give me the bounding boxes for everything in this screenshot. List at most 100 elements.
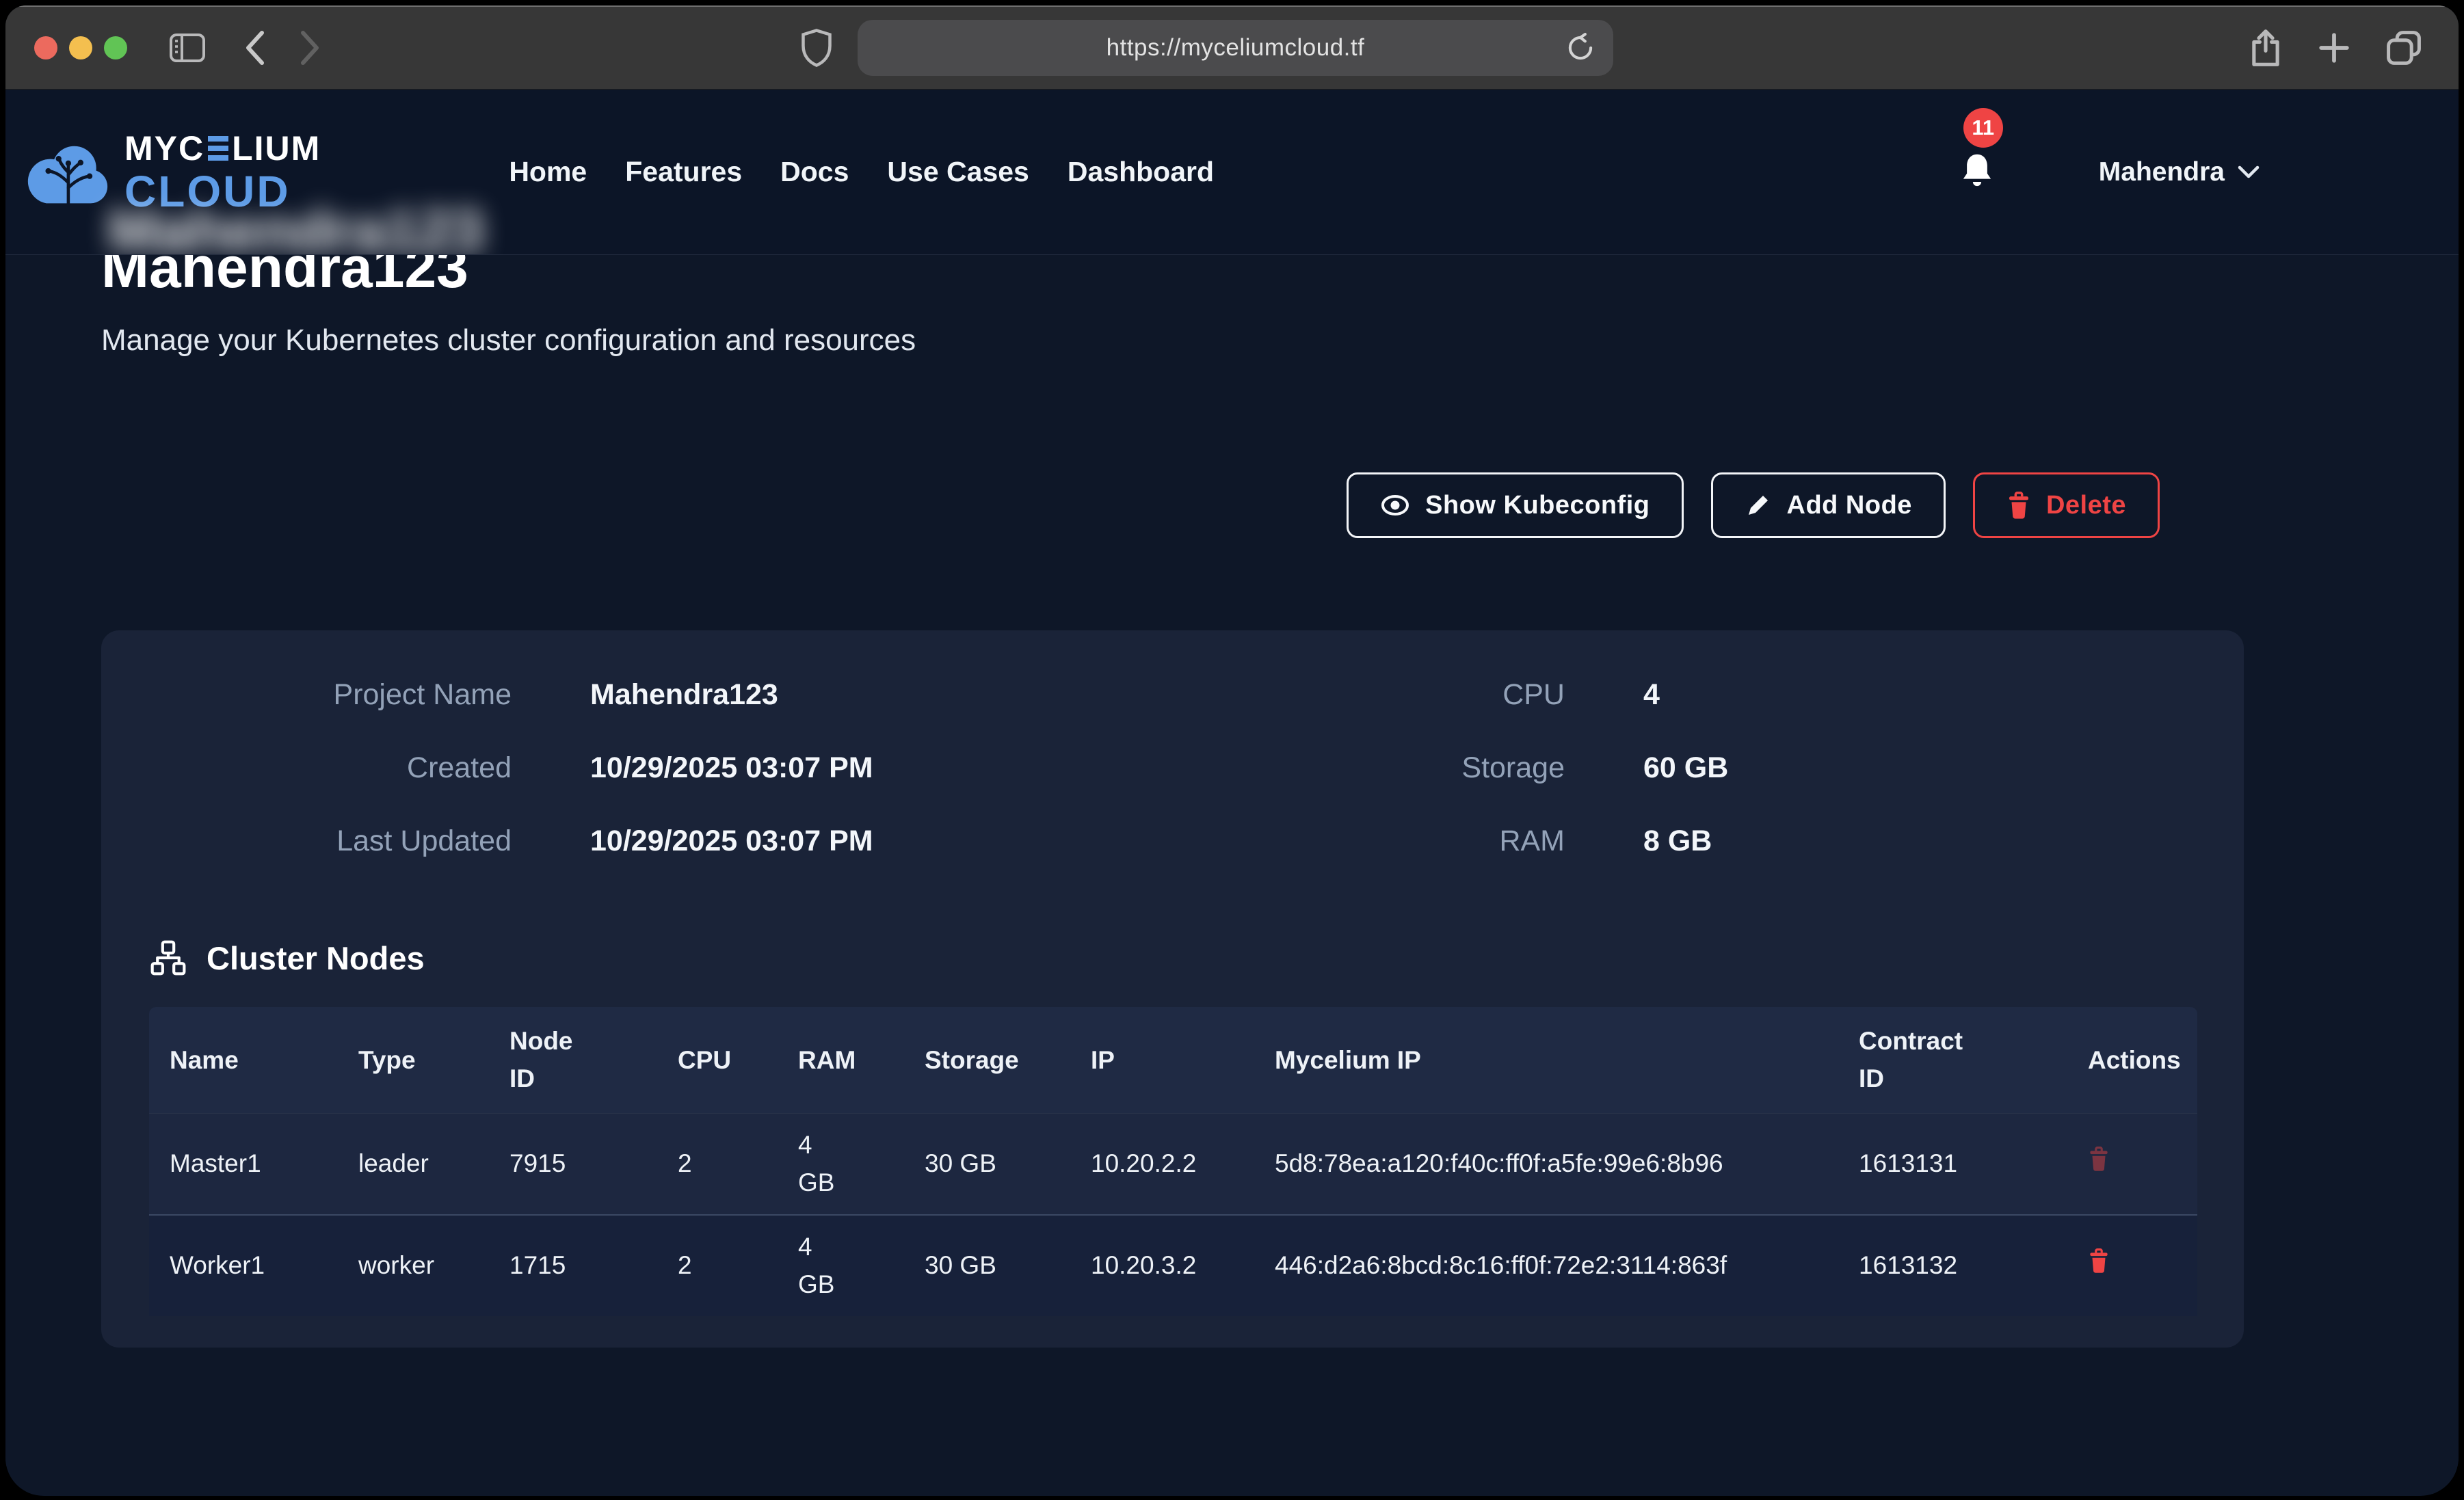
cell-ram: 4 GB	[778, 1113, 904, 1215]
navbar: Mahendra123	[5, 90, 2459, 255]
add-node-button[interactable]: Add Node	[1711, 472, 1946, 538]
table-row: Master1 leader 7915 2 4 GB 30 GB 10.20.2…	[149, 1113, 2197, 1215]
tab-overview-icon[interactable]	[2385, 29, 2423, 67]
cell-mycelium-ip: 446:d2a6:8bcd:8c16:ff0f:72e2:3114:863f	[1254, 1215, 1838, 1316]
col-cpu: CPU	[657, 1007, 778, 1113]
cell-ip: 10.20.2.2	[1070, 1113, 1254, 1215]
project-name-value: Mahendra123	[512, 678, 1274, 712]
minimize-window-button[interactable]	[69, 36, 92, 59]
bell-icon	[1958, 150, 1996, 194]
cell-cpu: 2	[657, 1113, 778, 1215]
privacy-shield-icon[interactable]	[800, 28, 833, 68]
browser-window: https://myceliumcloud.tf Mahendra123	[5, 5, 2459, 1496]
close-window-button[interactable]	[34, 36, 57, 59]
col-type: Type	[338, 1007, 489, 1113]
mycelium-cloud-logo-icon	[21, 128, 114, 217]
col-mycelium-ip: Mycelium IP	[1254, 1007, 1838, 1113]
main-content: Mahendra123 Manage your Kubernetes clust…	[5, 255, 2459, 1348]
cell-ip: 10.20.3.2	[1070, 1215, 1254, 1316]
cell-name: Worker1	[149, 1215, 338, 1316]
table-header-row: Name Type Node ID CPU RAM Storage IP Myc…	[149, 1007, 2197, 1113]
cell-storage: 30 GB	[904, 1215, 1070, 1316]
col-actions: Actions	[2067, 1007, 2197, 1113]
cell-actions	[2067, 1113, 2197, 1215]
cluster-details-card: Project Name Mahendra123 CPU 4 Created 1…	[101, 630, 2244, 1348]
cell-type: worker	[338, 1215, 489, 1316]
url-bar[interactable]: https://myceliumcloud.tf	[858, 20, 1613, 76]
storage-label: Storage	[1274, 751, 1565, 785]
created-label: Created	[149, 751, 512, 785]
user-name: Mahendra	[2099, 157, 2225, 187]
page-title: Mahendra123	[101, 255, 2363, 303]
cell-contract-id: 1613131	[1838, 1113, 2067, 1215]
network-icon	[149, 939, 187, 977]
reload-icon[interactable]	[1565, 33, 1595, 63]
ram-value: 8 GB	[1565, 825, 2196, 858]
cell-cpu: 2	[657, 1215, 778, 1316]
cell-node-id: 1715	[489, 1215, 657, 1316]
nav-item-dashboard[interactable]: Dashboard	[1068, 156, 1214, 188]
col-contract-id: Contract ID	[1838, 1007, 2067, 1113]
col-name: Name	[149, 1007, 338, 1113]
eye-icon	[1380, 493, 1410, 518]
cell-actions	[2067, 1215, 2197, 1316]
cell-contract-id: 1613132	[1838, 1215, 2067, 1316]
traffic-lights	[34, 36, 127, 59]
table-row: Worker1 worker 1715 2 4 GB 30 GB 10.20.3…	[149, 1215, 2197, 1316]
show-kubeconfig-button[interactable]: Show Kubeconfig	[1347, 472, 1683, 538]
nav-item-features[interactable]: Features	[625, 156, 742, 188]
last-updated-label: Last Updated	[149, 825, 512, 858]
col-node-id: Node ID	[489, 1007, 657, 1113]
brand-word-mycelium: MYCLIUM	[124, 131, 321, 165]
cluster-nodes-table: Name Type Node ID CPU RAM Storage IP Myc…	[149, 1007, 2197, 1316]
share-icon[interactable]	[2248, 27, 2283, 68]
nav-links: Home Features Docs Use Cases Dashboard	[509, 156, 1214, 188]
brand-text: MYCLIUM CLOUD	[124, 131, 321, 213]
created-value: 10/29/2025 03:07 PM	[512, 751, 1274, 785]
cell-node-id: 7915	[489, 1113, 657, 1215]
chevron-down-icon	[2237, 165, 2260, 180]
ram-label: RAM	[1274, 825, 1565, 858]
col-ram: RAM	[778, 1007, 904, 1113]
notification-badge: 11	[1963, 108, 2003, 148]
delete-node-button[interactable]	[2088, 1146, 2110, 1172]
brand-word-cloud: CLOUD	[124, 170, 321, 213]
sidebar-toggle-icon[interactable]	[170, 34, 205, 62]
zoom-window-button[interactable]	[104, 36, 127, 59]
address-area: https://myceliumcloud.tf	[800, 7, 1613, 89]
cell-ram: 4 GB	[778, 1215, 904, 1316]
notifications-button[interactable]: 11	[1958, 150, 1996, 194]
forward-icon[interactable]	[299, 29, 322, 67]
trash-icon	[2006, 491, 2031, 520]
cell-mycelium-ip: 5d8:78ea:a120:f40c:ff0f:a5fe:99e6:8b96	[1254, 1113, 1838, 1215]
cell-name: Master1	[149, 1113, 338, 1215]
nav-item-use-cases[interactable]: Use Cases	[887, 156, 1029, 188]
cluster-nodes-title: Cluster Nodes	[207, 939, 425, 977]
cell-storage: 30 GB	[904, 1113, 1070, 1215]
delete-node-button[interactable]	[2088, 1248, 2110, 1274]
new-tab-icon[interactable]	[2316, 30, 2352, 66]
nav-item-home[interactable]: Home	[509, 156, 587, 188]
url-text: https://myceliumcloud.tf	[1107, 34, 1365, 62]
browser-toolbar: https://myceliumcloud.tf	[5, 5, 2459, 90]
cpu-value: 4	[1565, 678, 2196, 712]
cell-type: leader	[338, 1113, 489, 1215]
project-name-label: Project Name	[149, 678, 512, 712]
cluster-nodes-header: Cluster Nodes	[149, 939, 2196, 977]
delete-cluster-button[interactable]: Delete	[1973, 472, 2160, 538]
site-page: Mahendra123	[5, 90, 2459, 1495]
page-title-clip: Mahendra123	[101, 255, 2363, 303]
toolbar-right-icons	[2248, 7, 2423, 89]
col-ip: IP	[1070, 1007, 1254, 1113]
page-subtitle: Manage your Kubernetes cluster configura…	[101, 323, 2363, 358]
col-storage: Storage	[904, 1007, 1070, 1113]
cpu-label: CPU	[1274, 678, 1565, 712]
user-menu[interactable]: Mahendra	[2099, 157, 2260, 187]
storage-value: 60 GB	[1565, 751, 2196, 785]
cluster-info-grid: Project Name Mahendra123 CPU 4 Created 1…	[149, 678, 2196, 858]
last-updated-value: 10/29/2025 03:07 PM	[512, 825, 1274, 858]
brand[interactable]: MYCLIUM CLOUD	[21, 128, 321, 217]
back-icon[interactable]	[243, 29, 266, 67]
cluster-actions-toolbar: Show Kubeconfig Add Node Delete	[101, 472, 2363, 538]
nav-item-docs[interactable]: Docs	[780, 156, 849, 188]
